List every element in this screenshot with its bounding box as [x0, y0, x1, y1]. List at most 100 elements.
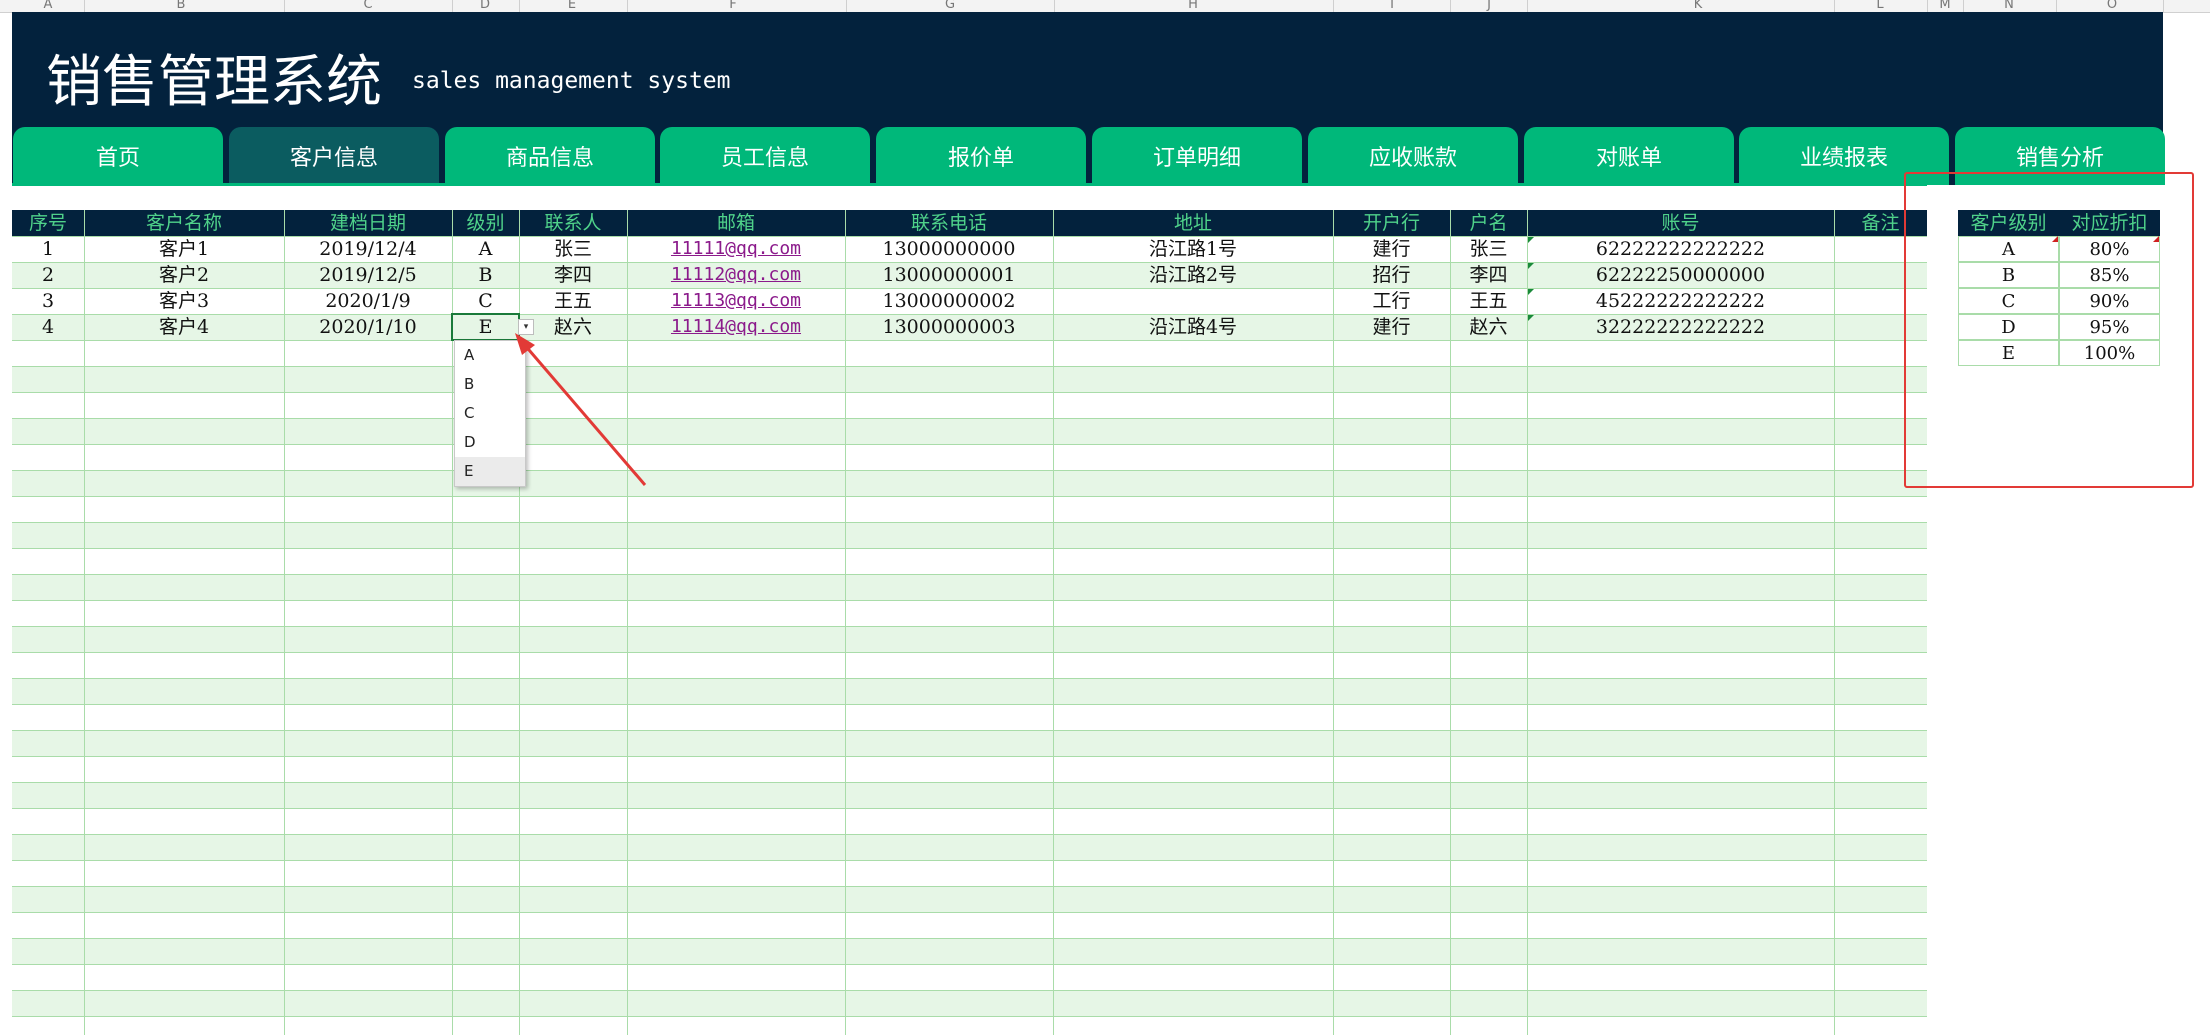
column-letter: F	[729, 0, 737, 12]
annotation-box	[1904, 172, 2194, 488]
tab-8[interactable]: 对账单	[1524, 127, 1734, 185]
table-cell: 张三	[553, 238, 592, 260]
error-indicator-icon	[1528, 237, 1534, 243]
tab-5[interactable]: 报价单	[876, 127, 1086, 185]
table-cell: 13000000002	[882, 290, 1016, 312]
app-title: 销售管理系统	[46, 50, 382, 115]
row-gridline	[12, 444, 1927, 445]
app-subtitle: sales management system	[412, 68, 731, 94]
table-cell: 客户3	[158, 290, 210, 312]
row-gridline	[12, 418, 1927, 419]
table-cell: 2020/1/9	[325, 290, 411, 312]
level-dropdown-list: ABCDE	[454, 340, 526, 487]
table-row	[12, 834, 1927, 860]
row-gridline	[12, 600, 1927, 601]
dropdown-option[interactable]: C	[455, 399, 525, 428]
column-header: 序号	[28, 212, 67, 234]
column-letter: M	[1939, 0, 1951, 12]
column-separator	[84, 0, 85, 12]
table-cell: 建行	[1372, 316, 1411, 338]
table-cell: 1	[41, 238, 55, 260]
row-gridline	[12, 340, 1927, 341]
table-row	[12, 392, 1927, 418]
dropdown-option[interactable]: B	[455, 370, 525, 399]
table-cell: 招行	[1372, 264, 1411, 286]
table-row	[12, 808, 1927, 834]
tab-underline	[12, 183, 1927, 186]
column-letter: G	[944, 0, 956, 12]
column-separator	[284, 0, 285, 12]
column-letter: J	[1487, 0, 1491, 12]
table-cell: B	[478, 264, 493, 286]
column-separator	[1054, 0, 1055, 12]
tab-3[interactable]: 商品信息	[445, 127, 655, 185]
table-header-row: 序号 客户名称 建档日期 级别 联系人 邮箱 联系电话 地址 开户行 户名 账号 备注	[12, 210, 1927, 236]
table-cell: 32222222222222	[1595, 316, 1766, 338]
column-separator	[1527, 0, 1528, 12]
column-header: 开户行	[1362, 212, 1420, 234]
table-cell: 王五	[553, 290, 592, 312]
email-link[interactable]: 11114@qq.com	[627, 314, 845, 340]
column-letter: E	[567, 0, 577, 12]
column-separator	[1333, 0, 1334, 12]
row-gridline	[12, 548, 1927, 549]
row-gridline	[12, 730, 1927, 731]
row-gridline	[12, 652, 1927, 653]
table-cell: 李四	[1469, 264, 1508, 286]
table-cell: 张三	[1469, 238, 1508, 260]
tab-2[interactable]: 客户信息	[229, 127, 439, 185]
column-header: 建档日期	[329, 212, 406, 234]
column-separator	[2056, 0, 2057, 12]
column-separator	[846, 0, 847, 12]
table-cell: 客户2	[158, 264, 210, 286]
dropdown-option[interactable]: A	[455, 341, 525, 370]
table-row	[12, 782, 1927, 808]
tab-7[interactable]: 应收账款	[1308, 127, 1518, 185]
dropdown-arrow-icon[interactable]: ▾	[518, 319, 534, 335]
column-letter: C	[363, 0, 373, 12]
email-link[interactable]: 11113@qq.com	[627, 288, 845, 314]
row-gridline	[12, 704, 1927, 705]
table-row	[12, 626, 1927, 652]
table-cell: 沿江路2号	[1148, 264, 1238, 286]
tab-4[interactable]: 员工信息	[660, 127, 870, 185]
table-cell: 13000000000	[882, 238, 1016, 260]
table-row	[12, 600, 1927, 626]
row-gridline	[12, 522, 1927, 523]
selected-cell[interactable]	[451, 313, 520, 341]
table-row	[12, 1016, 1927, 1035]
column-separator	[627, 0, 628, 12]
column-letter: K	[1693, 0, 1703, 12]
row-gridline	[12, 834, 1927, 835]
row-gridline	[12, 1016, 1927, 1017]
row-gridline	[12, 912, 1927, 913]
row-gridline	[12, 782, 1927, 783]
row-gridline	[12, 938, 1927, 939]
table-cell: 13000000003	[882, 316, 1016, 338]
table-row	[12, 548, 1927, 574]
column-letter: O	[2106, 0, 2118, 12]
column-header: 客户名称	[145, 212, 222, 234]
column-separator	[1927, 0, 1928, 12]
row-gridline	[12, 756, 1927, 757]
dropdown-option[interactable]: E	[455, 457, 525, 486]
table-cell: C	[478, 290, 493, 312]
table-cell: 客户4	[158, 316, 210, 338]
table-cell: 2	[41, 264, 55, 286]
table-cell: 王五	[1469, 290, 1508, 312]
column-letter: N	[2004, 0, 2014, 12]
email-link[interactable]: 11111@qq.com	[627, 236, 845, 262]
table-cell: 2019/12/5	[319, 264, 417, 286]
error-indicator-icon	[1528, 263, 1534, 269]
column-letter: I	[1390, 0, 1394, 12]
email-link[interactable]: 11112@qq.com	[627, 262, 845, 288]
row-gridline	[12, 496, 1927, 497]
table-row	[12, 730, 1927, 756]
table-cell: 赵六	[553, 316, 592, 338]
table-cell: 45222222222222	[1595, 290, 1766, 312]
tab-1[interactable]: 首页	[13, 127, 223, 185]
dropdown-option[interactable]: D	[455, 428, 525, 457]
tab-6[interactable]: 订单明细	[1092, 127, 1302, 185]
table-row	[12, 574, 1927, 600]
table-cell: 62222222222222	[1595, 238, 1766, 260]
